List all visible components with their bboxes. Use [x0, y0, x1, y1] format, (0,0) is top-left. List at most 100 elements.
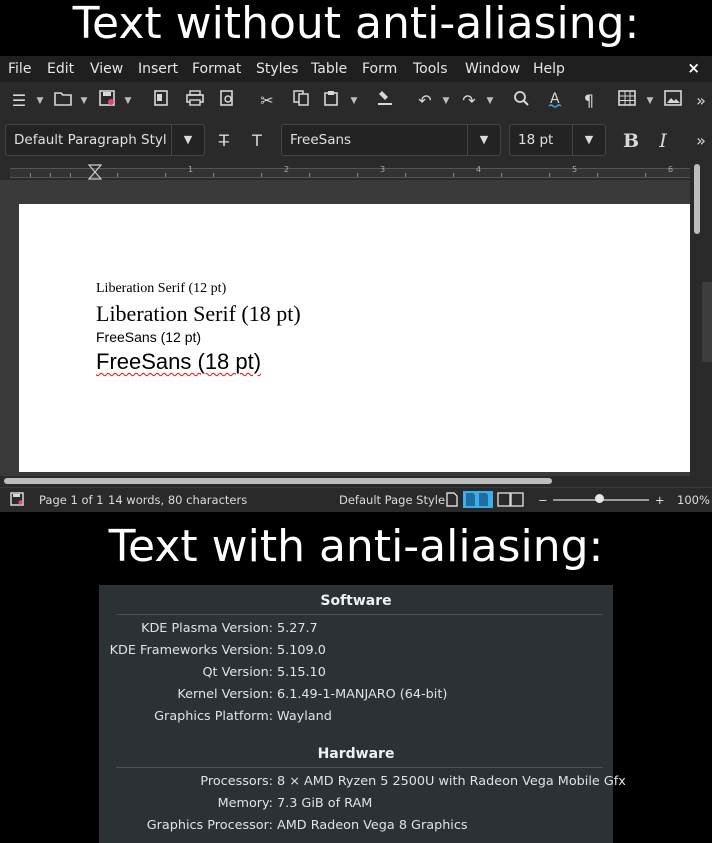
qt-version-value: 5.15.10 [277, 665, 326, 680]
kde-plasma-label: KDE Plasma Version: [141, 621, 273, 636]
chevron-down-icon[interactable]: ▼ [171, 125, 204, 155]
menu-file[interactable]: File [8, 60, 31, 78]
menu-edit[interactable]: Edit [47, 60, 74, 78]
menu-help[interactable]: Help [533, 60, 565, 78]
horizontal-scrollbar[interactable] [0, 476, 712, 486]
chevron-down-icon[interactable]: ▼ [80, 90, 88, 112]
font-size-combo[interactable]: 18 pt ▼ [509, 124, 606, 156]
spelling-icon[interactable]: A [545, 90, 567, 112]
chevron-down-icon[interactable]: ▼ [646, 90, 654, 112]
insert-image-icon[interactable] [662, 90, 684, 112]
vertical-scroll-thumb[interactable] [694, 164, 700, 234]
kde-system-info-panel: Software KDE Plasma Version: 5.27.7 KDE … [99, 585, 626, 843]
document-modified-icon[interactable] [10, 492, 24, 506]
book-view-icon[interactable] [497, 492, 525, 507]
paste-icon[interactable] [320, 90, 342, 112]
document-line[interactable]: Liberation Serif (12 pt) [96, 281, 226, 297]
paragraph-style-combo[interactable]: Default Paragraph Style ▼ [5, 124, 205, 156]
save-icon[interactable] [96, 90, 118, 112]
document-workspace: Liberation Serif (12 pt) Liberation Seri… [0, 180, 690, 476]
insert-table-icon[interactable] [616, 90, 638, 112]
processors-value: 8 × AMD Ryzen 5 2500U with Radeon Vega M… [277, 774, 626, 789]
chevron-down-icon[interactable]: ▼ [467, 125, 500, 155]
zoom-out-button[interactable]: − [538, 493, 548, 507]
undo-icon[interactable]: ↶ [414, 90, 436, 112]
clear-formatting-icon[interactable]: T̶ [213, 130, 235, 152]
processors-label: Processors: [200, 774, 273, 789]
zoom-in-button[interactable]: + [655, 493, 665, 507]
kde-frameworks-label: KDE Frameworks Version: [109, 643, 273, 658]
cut-icon[interactable]: ✂ [256, 90, 278, 112]
document-page[interactable]: Liberation Serif (12 pt) Liberation Seri… [19, 204, 690, 472]
copy-icon[interactable] [290, 90, 312, 112]
document-line-misspelled[interactable]: FreeSans (18 pt) [96, 349, 261, 375]
hardware-heading: Hardware [317, 746, 395, 762]
ruler-tick [30, 173, 31, 177]
misspelled-text[interactable]: FreeSans (18 pt) [96, 349, 261, 374]
single-page-view-icon[interactable] [446, 492, 458, 507]
character-style-icon[interactable]: T [246, 130, 268, 152]
menu-window[interactable]: Window [465, 60, 520, 78]
multi-page-view-icon[interactable] [463, 491, 493, 508]
indent-marker-icon[interactable] [88, 164, 102, 180]
zoom-level[interactable]: 100% [677, 493, 710, 507]
menu-styles[interactable]: Styles [256, 60, 298, 78]
caption-top: Text without anti-aliasing: [72, 0, 640, 49]
memory-value: 7.3 GiB of RAM [277, 796, 373, 811]
chevron-down-icon[interactable]: ▼ [442, 90, 450, 112]
italic-button[interactable]: I [652, 130, 674, 152]
graphics-platform-value: Wayland [277, 709, 332, 724]
font-name-combo[interactable]: FreeSans ▼ [281, 124, 501, 156]
graphics-processor-label: Graphics Processor: [146, 818, 273, 833]
menu-format[interactable]: Format [192, 60, 241, 78]
font-size-value: 18 pt [518, 132, 554, 148]
ruler-tick [549, 173, 550, 177]
find-replace-icon[interactable] [510, 90, 532, 112]
software-heading: Software [320, 593, 392, 609]
ruler-tick [50, 173, 51, 177]
memory-label: Memory: [217, 796, 273, 811]
export-pdf-icon[interactable] [150, 90, 172, 112]
menu-view[interactable]: View [90, 60, 123, 78]
chevron-down-icon[interactable]: ▼ [572, 125, 605, 155]
more-tools-icon[interactable]: » [690, 90, 712, 112]
bold-button[interactable]: B [620, 130, 642, 152]
kde-plasma-value: 5.27.7 [277, 621, 318, 636]
print-preview-icon[interactable] [216, 90, 238, 112]
word-count[interactable]: 14 words, 80 characters [108, 493, 247, 507]
ruler-tick [117, 173, 118, 177]
close-document-icon[interactable]: × [687, 59, 700, 77]
page-style[interactable]: Default Page Style [339, 493, 445, 507]
ruler-number: 6 [668, 165, 674, 174]
menu-tools[interactable]: Tools [413, 60, 448, 78]
print-icon[interactable] [184, 90, 206, 112]
ruler-tick [213, 173, 214, 177]
menu-insert[interactable]: Insert [138, 60, 178, 78]
chevron-down-icon[interactable]: ▼ [350, 90, 358, 112]
more-formatting-icon[interactable]: » [690, 130, 712, 152]
ruler-track: 1 2 3 4 5 6 [10, 165, 690, 178]
clone-formatting-icon[interactable] [374, 90, 396, 112]
menu-form[interactable]: Form [362, 60, 397, 78]
chevron-down-icon[interactable]: ▼ [124, 90, 132, 112]
page-count[interactable]: Page 1 of 1 [39, 493, 104, 507]
ruler-tick [165, 173, 166, 177]
ruler-tick [405, 173, 406, 177]
chevron-down-icon[interactable]: ▼ [36, 90, 44, 112]
horizontal-scroll-thumb[interactable] [4, 478, 552, 484]
document-line[interactable]: FreeSans (12 pt) [96, 329, 201, 345]
horizontal-ruler[interactable]: 1 2 3 4 5 6 [0, 162, 690, 180]
ruler-number: 2 [284, 165, 290, 174]
zoom-slider-handle[interactable] [595, 494, 604, 503]
ruler-number: 3 [380, 165, 386, 174]
formatting-marks-icon[interactable]: ¶ [578, 90, 600, 112]
sidebar-toggle[interactable] [702, 282, 712, 362]
vertical-scrollbar[interactable] [690, 162, 712, 476]
document-line[interactable]: Liberation Serif (18 pt) [96, 301, 301, 327]
redo-icon[interactable]: ↷ [458, 90, 480, 112]
open-folder-icon[interactable] [52, 90, 74, 112]
ruler-tick [261, 173, 262, 177]
menu-table[interactable]: Table [311, 60, 347, 78]
menu-bar: File Edit View Insert Format Styles Tabl… [0, 56, 712, 82]
templates-icon[interactable]: ☰ [8, 90, 30, 112]
